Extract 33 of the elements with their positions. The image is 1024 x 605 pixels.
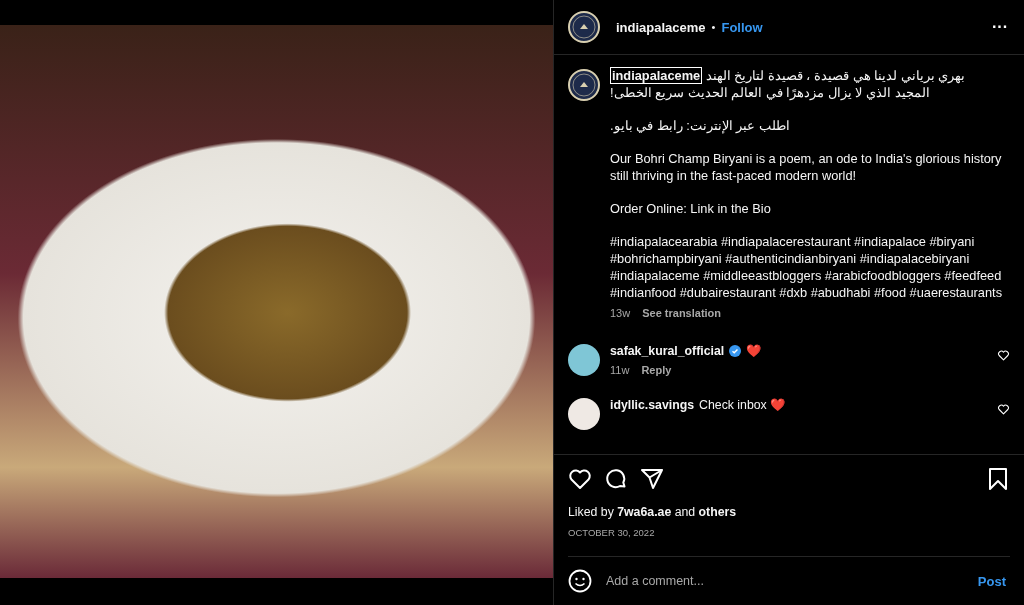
comment-age: 11w <box>610 364 630 376</box>
more-options-button[interactable]: ··· <box>992 18 1008 36</box>
comment-username[interactable]: idyllic.savings <box>610 398 695 412</box>
comment-text: ❤ <box>746 344 762 358</box>
like-comment-icon[interactable] <box>997 403 1010 416</box>
post-button[interactable]: Post <box>977 573 1006 589</box>
caption-text: Our Bohri Champ Biryani is a poem, an ode to India's glorious history still thriving in the fast-paced modern world! <box>610 150 1003 184</box>
username-link[interactable]: indiapalaceme <box>610 67 703 84</box>
post-age: 13w <box>610 306 631 321</box>
share-icon[interactable] <box>640 467 664 491</box>
like-comment-icon[interactable] <box>997 349 1010 362</box>
comment-username[interactable]: safak_kural_official <box>610 344 725 358</box>
username-link[interactable]: indiapalaceme <box>616 19 706 35</box>
emoji-icon[interactable] <box>568 569 592 593</box>
avatar-placeholder[interactable] <box>568 344 600 376</box>
separator-dot: • <box>711 21 716 33</box>
likes-text: Liked by 7wa6a.ae and others <box>568 505 738 519</box>
caption-text: #indiapalacearabia #indiapalacerestaurant #indiapalace #biryani #bohrichampbiryani #authenticindianbiryani #indiapalacebiryani #indiapalaceme #middleeastbloggers #arabicfoodbloggers #feedfeed #indianfood #dubairestaurant #dxb #abudhabi #food #uaerestaurants <box>610 233 1004 301</box>
follow-link[interactable]: Follow <box>721 19 763 35</box>
reply-link[interactable]: Reply <box>641 364 672 376</box>
avatar-icon[interactable] <box>568 69 600 101</box>
post-date: OCTOBER 30, 2022 <box>568 527 1010 557</box>
comment-text: Check inbox ❤ <box>699 398 786 412</box>
bookmark-icon[interactable] <box>986 467 1010 491</box>
see-translation-link[interactable]: See translation <box>642 305 722 322</box>
caption-text: Order Online: Link in the Bio <box>610 200 772 217</box>
avatar-placeholder[interactable] <box>568 398 600 430</box>
like-heart-icon[interactable] <box>568 467 592 491</box>
avatar-icon[interactable] <box>568 11 600 43</box>
comment-input[interactable]: Add a comment... <box>604 573 966 589</box>
verified-badge-icon <box>729 345 742 357</box>
arabic-order-text: اطلب عبر الإنترنت: رابط في بايو. <box>610 117 791 134</box>
comment-icon[interactable] <box>604 467 628 491</box>
